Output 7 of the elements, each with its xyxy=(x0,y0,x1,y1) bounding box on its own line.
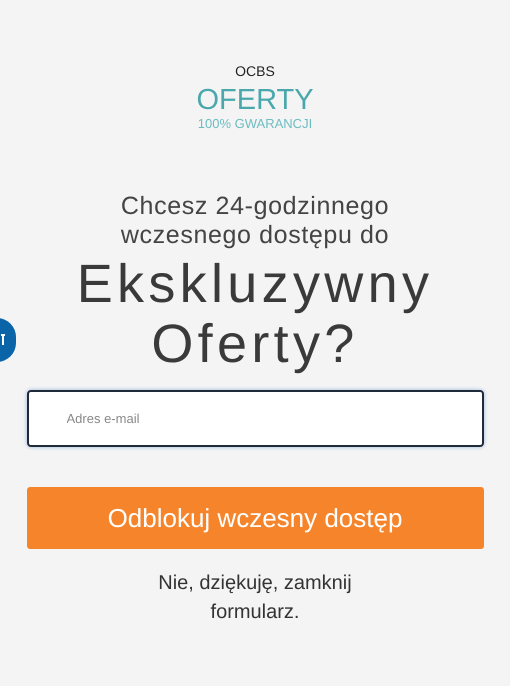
heading-text: Chcesz 24-godzinnego wczesnego dostępu do xyxy=(120,192,390,250)
headline: Ekskluzywny Oferty? xyxy=(76,254,434,374)
email-field[interactable]: Adres e-mail xyxy=(26,390,484,447)
brand-name: OCBS xyxy=(235,62,275,80)
dismiss-link[interactable]: Nie, dziękuję, zamknij formularz. xyxy=(135,569,375,627)
brand-subtitle: 100% GWARANCJI xyxy=(198,116,312,132)
brand-title: OFERTY xyxy=(196,84,314,116)
